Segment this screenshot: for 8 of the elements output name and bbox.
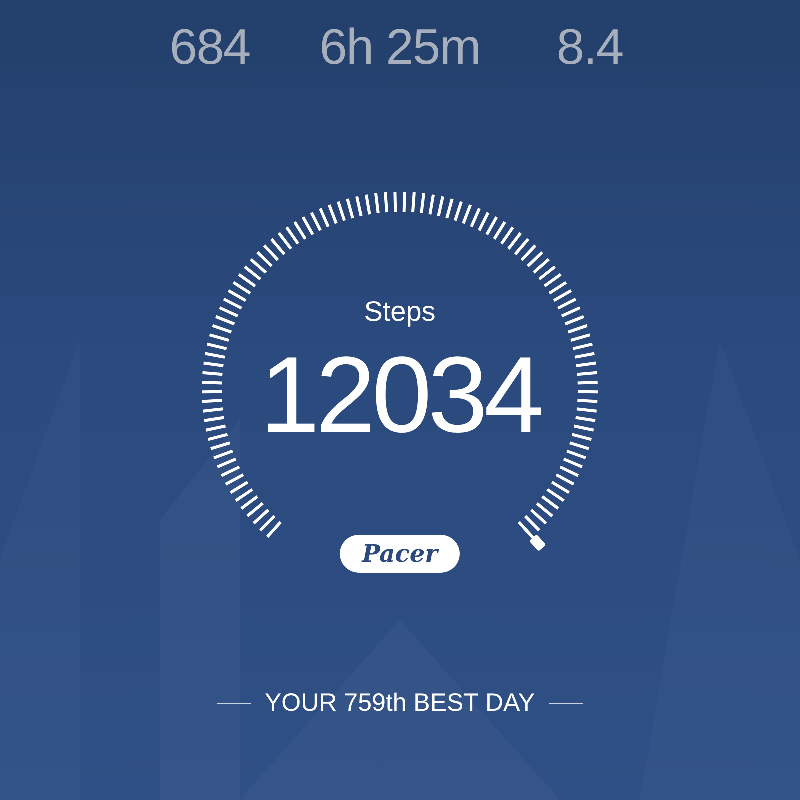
steps-count: 12034: [260, 339, 540, 451]
stat-value: 6h 25m: [320, 18, 480, 76]
brand-logo: Pacer: [340, 535, 460, 573]
best-day-text: YOUR 759th BEST DAY: [264, 688, 536, 719]
steps-label: Steps: [364, 295, 436, 329]
stat-value: 684: [170, 18, 250, 76]
dial-marker: [522, 526, 546, 552]
stat-value: 8.4: [556, 18, 624, 76]
